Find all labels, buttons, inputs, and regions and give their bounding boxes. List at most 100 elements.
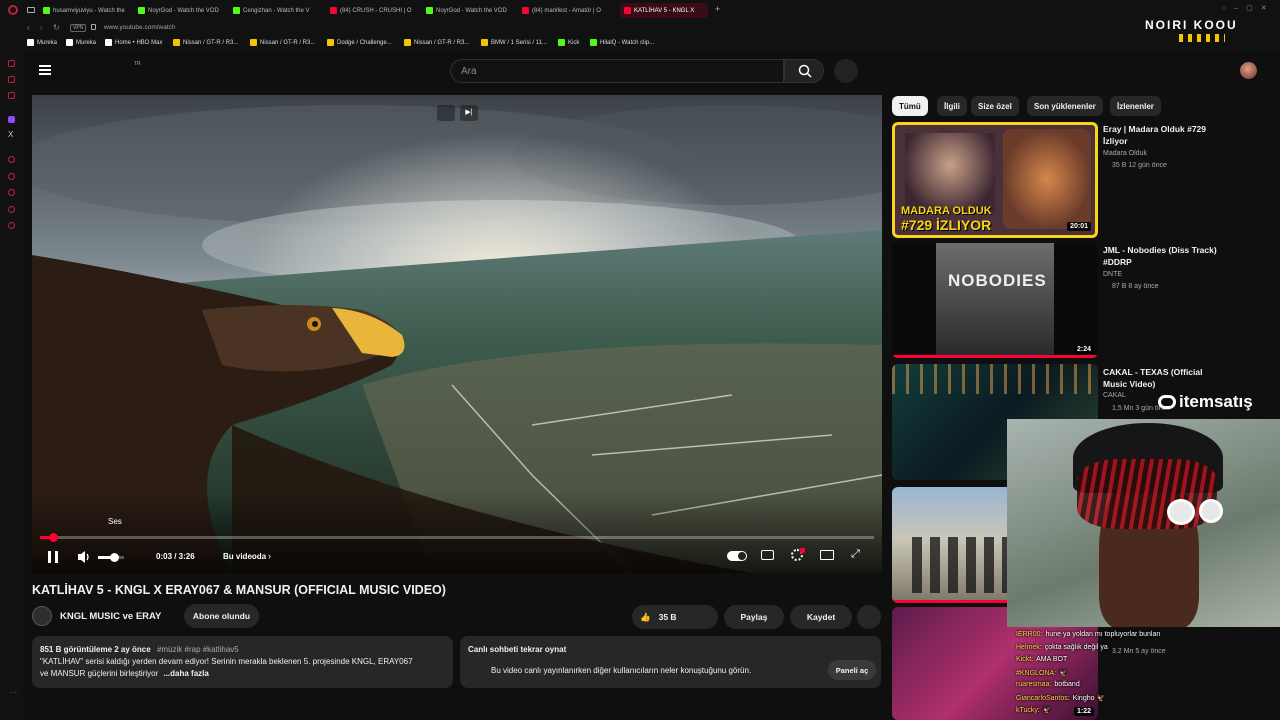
bookmark-item[interactable]: Dodge / Challenge...	[327, 39, 392, 46]
user-avatar[interactable]	[1240, 62, 1257, 79]
chip[interactable]: Son yüklenenler	[1027, 96, 1103, 116]
logo-decoration	[1179, 34, 1225, 42]
show-more-link[interactable]: ...daha fazla	[163, 669, 208, 678]
related-channel-1[interactable]: Madara Olduk	[1103, 150, 1147, 157]
like-button[interactable]: 👍 35 B	[632, 605, 718, 629]
related-channel-2[interactable]: DNTE	[1103, 271, 1122, 278]
related-thumb-2[interactable]: NOBODIES 2:24	[892, 243, 1098, 358]
subscribe-button[interactable]: Abone olundu	[184, 604, 259, 628]
chip[interactable]: Size özel	[971, 96, 1019, 116]
x-icon[interactable]: X	[8, 130, 13, 139]
chip[interactable]: İlgili	[937, 96, 967, 116]
volume-knob[interactable]	[109, 553, 119, 562]
tab-list-icon[interactable]	[27, 7, 35, 13]
bookmark-item[interactable]: Home • HBO Max	[105, 39, 162, 46]
save-button[interactable]: Kaydet	[790, 605, 852, 629]
hashtags[interactable]: #müzik #rap #katlihav5	[157, 645, 239, 654]
bookmark-icon	[327, 39, 334, 46]
related-title-2[interactable]: JML - Nobodies (Diss Track) #DDRP	[1103, 244, 1223, 268]
browser-tab[interactable]: KATLİHAV 5 - KNGL X	[620, 3, 708, 18]
bookmark-item[interactable]: BMW / 1 Serisi / 11...	[481, 39, 547, 46]
url-text[interactable]: www.youtube.com/watch	[104, 24, 176, 31]
menu-icon[interactable]	[39, 65, 51, 75]
chip[interactable]: Tümü	[892, 96, 928, 116]
twitch-icon[interactable]	[8, 116, 15, 123]
browser-tab[interactable]: Cengizhan - Watch the V	[233, 3, 323, 18]
progress-track[interactable]	[40, 533, 874, 542]
sponsor-icon	[1158, 395, 1176, 409]
description-box[interactable]: 851 B görüntüleme 2 ay önce #müzik #rap …	[32, 636, 453, 688]
vpn-badge[interactable]: VPN	[70, 24, 87, 32]
new-tab-button[interactable]: +	[715, 4, 720, 14]
chapter-button[interactable]: Bu videoda	[223, 552, 266, 561]
related-thumb-1[interactable]: MADARA OLDUK #729 İZLIYOR 20:01	[892, 122, 1098, 238]
autoplay-toggle[interactable]	[727, 551, 747, 561]
lock-icon	[91, 24, 96, 30]
chat-username: IERR00:	[1016, 631, 1043, 638]
sidebar-icon-3[interactable]	[8, 92, 15, 99]
bookmark-item[interactable]: Mureka	[27, 39, 57, 46]
browser-tab[interactable]: NoyrGod - Watch the VOD	[426, 3, 514, 18]
more-icon[interactable]: ⋯	[9, 688, 17, 697]
voice-search-button[interactable]	[834, 59, 858, 83]
related-title-1[interactable]: Eray | Madara Olduk #729 İzliyor	[1103, 123, 1223, 147]
sidebar-icon-7[interactable]	[8, 206, 15, 213]
bookmark-item[interactable]: Mureka	[66, 39, 96, 46]
bookmark-item[interactable]: Kick	[558, 39, 579, 46]
sidebar-icon-5[interactable]	[8, 173, 15, 180]
browser-tab[interactable]: NoyrGod - Watch the VOD	[138, 3, 226, 18]
browser-tab[interactable]: husarnviyuviyu - Watch the	[43, 3, 131, 18]
browser-tab[interactable]: (84) CRUSH - CRUSHI | O	[330, 3, 418, 18]
stream-chat-line: Kickt: AMA BOT	[1016, 656, 1067, 663]
settings-icon[interactable]	[791, 548, 805, 561]
sidebar-icon-1[interactable]	[8, 60, 15, 67]
tab-title: husarnviyuviyu - Watch the	[53, 7, 125, 14]
bookmark-item[interactable]: Nissan / GT-R / R3...	[404, 39, 469, 46]
share-button[interactable]: Paylaş	[724, 605, 784, 629]
search-input[interactable]: Ara	[450, 59, 784, 83]
sidebar-icon-4[interactable]	[8, 156, 15, 163]
subtitles-icon[interactable]	[761, 550, 774, 560]
bookmark-item[interactable]: HilalQ - Watch clip...	[590, 39, 654, 46]
bookmark-label: Mureka	[37, 39, 58, 46]
reload-icon[interactable]: ↻	[53, 23, 60, 32]
more-actions-button[interactable]	[857, 605, 881, 629]
open-panel-button[interactable]: Paneli aç	[828, 660, 876, 680]
channel-avatar[interactable]	[32, 606, 52, 626]
sidebar-icon-2[interactable]	[8, 76, 15, 83]
thumb-text-2: #729 İZLIYOR	[901, 217, 992, 233]
cam-glasses-left	[1167, 499, 1195, 525]
sidebar-icon-8[interactable]	[8, 222, 15, 229]
related-title-3[interactable]: CAKAL - TEXAS (Official Music Video)	[1103, 366, 1223, 390]
theater-mode-icon[interactable]	[820, 550, 834, 560]
channel-name[interactable]: KNGL MUSIC ve ERAY	[60, 611, 161, 622]
miniplayer-button[interactable]	[437, 105, 455, 121]
fullscreen-icon[interactable]: ⤢	[851, 548, 860, 561]
search-button[interactable]	[784, 59, 824, 83]
bookmark-icon	[590, 39, 597, 46]
chat-username: GiancarloSantos:	[1016, 694, 1070, 702]
window-controls[interactable]: ○–▢✕	[1222, 4, 1275, 12]
related-meta-5: 3.2 Mn 5 ay önce	[1112, 648, 1166, 655]
kick-icon	[43, 7, 50, 14]
related-channel-3[interactable]: CAKAL	[1103, 392, 1126, 399]
stream-chat-line: GiancarloSantos: Kingho 🦅	[1016, 694, 1105, 702]
streamer-logo: NOIRI KOOU	[1145, 18, 1265, 52]
bookmark-item[interactable]: Nissan / GT-R / R3...	[173, 39, 238, 46]
skip-ad-button[interactable]: ▶|	[460, 105, 478, 121]
bookmark-icon	[404, 39, 411, 46]
video-player[interactable]: ▶| Ses 0:03 / 3:26 Bu videoda › ⤢	[32, 95, 882, 573]
bookmark-item[interactable]: Nissan / GT-R / R3...	[250, 39, 315, 46]
forward-icon[interactable]: ›	[40, 23, 43, 32]
back-icon[interactable]: ‹	[27, 23, 30, 32]
youtube-icon	[624, 7, 631, 14]
opera-logo-icon[interactable]	[8, 5, 18, 15]
pause-button[interactable]	[48, 551, 58, 563]
sidebar-icon-6[interactable]	[8, 189, 15, 196]
progress-knob[interactable]	[48, 533, 58, 542]
volume-icon[interactable]	[77, 550, 93, 564]
volume-tooltip: Ses	[108, 517, 122, 526]
chip[interactable]: İzlenenler	[1110, 96, 1161, 116]
volume-slider[interactable]	[98, 553, 124, 562]
browser-tab[interactable]: (84) manifest - Amatör | O	[522, 3, 612, 18]
